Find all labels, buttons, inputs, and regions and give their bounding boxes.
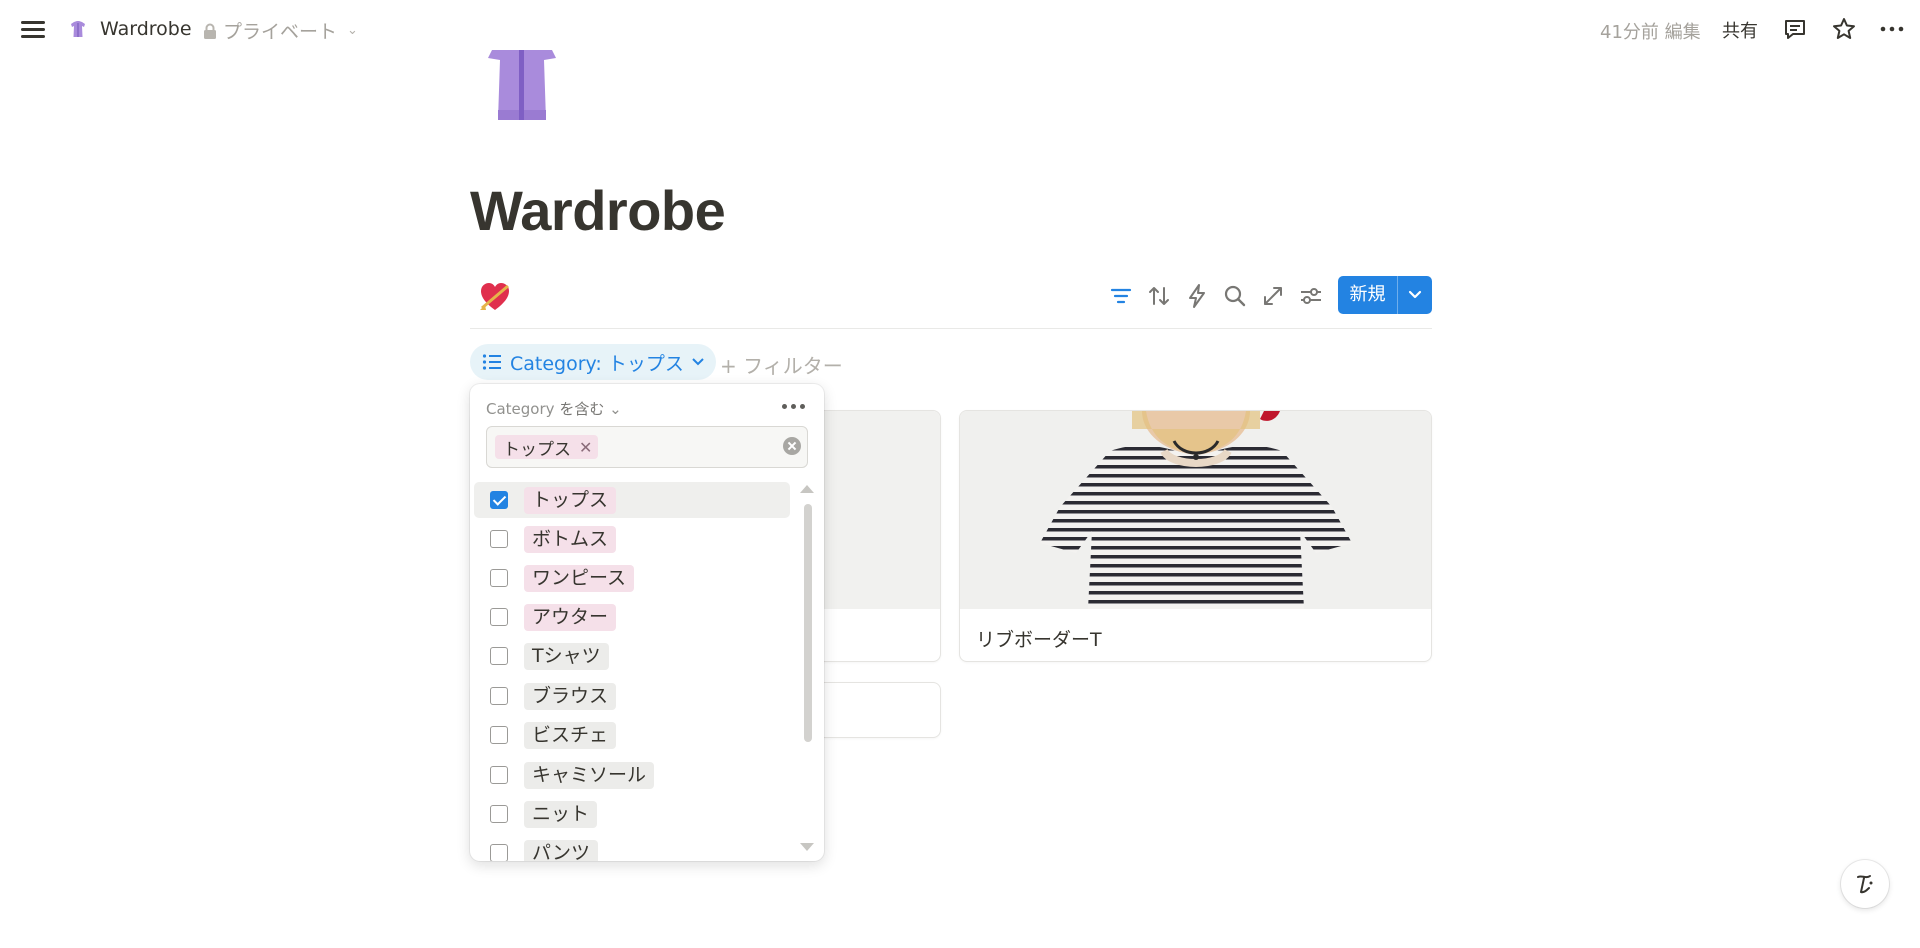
expand-icon[interactable] <box>1259 282 1287 310</box>
card-image-striped-tshirt <box>960 411 1431 609</box>
option-tag: パンツ <box>524 840 598 861</box>
remove-tag-icon[interactable]: ✕ <box>579 438 592 457</box>
checkbox[interactable] <box>490 569 508 587</box>
dress-icon[interactable] <box>68 19 88 39</box>
share-button[interactable]: 共有 <box>1722 17 1758 43</box>
option-item[interactable]: ニット <box>474 796 790 832</box>
option-item[interactable]: トップス <box>474 482 790 518</box>
page-dress-icon[interactable] <box>478 50 566 120</box>
checkbox[interactable] <box>490 687 508 705</box>
selected-tag-label: トップス <box>503 439 571 460</box>
checkbox[interactable] <box>490 766 508 784</box>
option-item[interactable]: ブラウス <box>474 678 790 714</box>
new-button-label[interactable]: 新規 <box>1338 276 1398 314</box>
privacy-label: プライベート <box>223 21 338 43</box>
gallery-card[interactable]: リブボーダーT <box>959 410 1432 662</box>
last-edited-text: 41分前 編集 <box>1600 22 1701 43</box>
option-item[interactable]: アウター <box>474 599 790 635</box>
filter-property-label: Category <box>486 400 555 418</box>
list-icon <box>482 354 501 370</box>
scroll-up-arrow-icon[interactable] <box>800 485 814 493</box>
filter-icon[interactable] <box>1107 282 1135 310</box>
filter-operator-label: を含む <box>559 400 605 418</box>
card-title: リブボーダーT <box>976 629 1102 651</box>
chevron-down-icon <box>692 358 704 366</box>
filter-search-input[interactable]: トップス ✕ <box>486 426 808 468</box>
menu-icon[interactable] <box>18 17 48 41</box>
search-icon[interactable] <box>1221 282 1249 310</box>
privacy-button[interactable]: プライベート ⌄ <box>203 17 358 44</box>
more-icon[interactable] <box>782 398 808 414</box>
checkbox[interactable] <box>490 608 508 626</box>
category-filter-chip[interactable]: Category: トップス <box>470 344 716 380</box>
settings-icon[interactable] <box>1297 282 1325 310</box>
more-icon[interactable] <box>1879 16 1905 42</box>
scrollbar[interactable] <box>804 504 812 742</box>
checkbox[interactable] <box>490 726 508 744</box>
option-tag: キャミソール <box>524 762 655 789</box>
selected-tag: トップス ✕ <box>495 435 599 460</box>
clear-icon[interactable] <box>783 437 801 455</box>
checkbox[interactable] <box>490 530 508 548</box>
option-tag: ボトムス <box>524 526 617 553</box>
option-item[interactable]: ボトムス <box>474 521 790 557</box>
checkbox[interactable] <box>490 805 508 823</box>
toolbar-divider <box>470 328 1432 329</box>
option-item[interactable]: Tシャツ <box>474 638 790 674</box>
option-tag: ブラウス <box>524 683 617 710</box>
breadcrumb-title[interactable]: Wardrobe <box>100 18 192 40</box>
new-dropdown-chevron-icon[interactable] <box>1398 276 1432 314</box>
comment-icon[interactable] <box>1782 16 1808 42</box>
filter-chip-label: Category: トップス <box>510 352 684 375</box>
filter-popup: Category を含む ⌄ トップス ✕ トップス ボトムス ワンピース アウ… <box>470 384 824 861</box>
checkbox[interactable] <box>490 844 508 861</box>
chevron-down-icon: ⌄ <box>347 23 358 38</box>
option-tag: トップス <box>524 487 617 514</box>
top-bar: Wardrobe プライベート ⌄ 41分前 編集 共有 <box>0 0 1920 58</box>
automation-icon[interactable] <box>1183 282 1211 310</box>
option-tag: ワンピース <box>524 565 635 592</box>
help-button[interactable] <box>1841 860 1889 908</box>
filter-operator-button[interactable]: Category を含む ⌄ <box>486 398 622 419</box>
tshirt-photo <box>960 411 1431 609</box>
option-tag: アウター <box>524 604 617 631</box>
option-list: トップス ボトムス ワンピース アウター Tシャツ ブラウス ビスチェ キャミソ… <box>474 482 790 861</box>
chevron-down-icon: ⌄ <box>609 400 622 418</box>
sort-icon[interactable] <box>1145 282 1173 310</box>
option-item[interactable]: ワンピース <box>474 560 790 596</box>
ai-assistant-icon <box>1857 875 1873 894</box>
star-icon[interactable] <box>1831 16 1857 42</box>
page-title[interactable]: Wardrobe <box>470 178 726 243</box>
add-filter-button[interactable]: + フィルター <box>720 350 843 379</box>
option-tag: ビスチェ <box>524 722 617 749</box>
option-tag: ニット <box>524 801 598 828</box>
checkbox[interactable] <box>490 491 508 509</box>
page-root: Wardrobe プライベート ⌄ 41分前 編集 共有 Wardrobe 新規… <box>0 0 1920 948</box>
option-item[interactable]: パンツ <box>474 835 790 861</box>
option-tag: Tシャツ <box>524 643 609 670</box>
scroll-down-arrow-icon[interactable] <box>800 843 814 851</box>
option-item[interactable]: キャミソール <box>474 757 790 793</box>
checkbox[interactable] <box>490 647 508 665</box>
option-item[interactable]: ビスチェ <box>474 717 790 753</box>
new-button[interactable]: 新規 <box>1338 276 1432 314</box>
lock-icon <box>204 23 216 39</box>
heart-with-arrow-icon[interactable] <box>478 280 512 314</box>
